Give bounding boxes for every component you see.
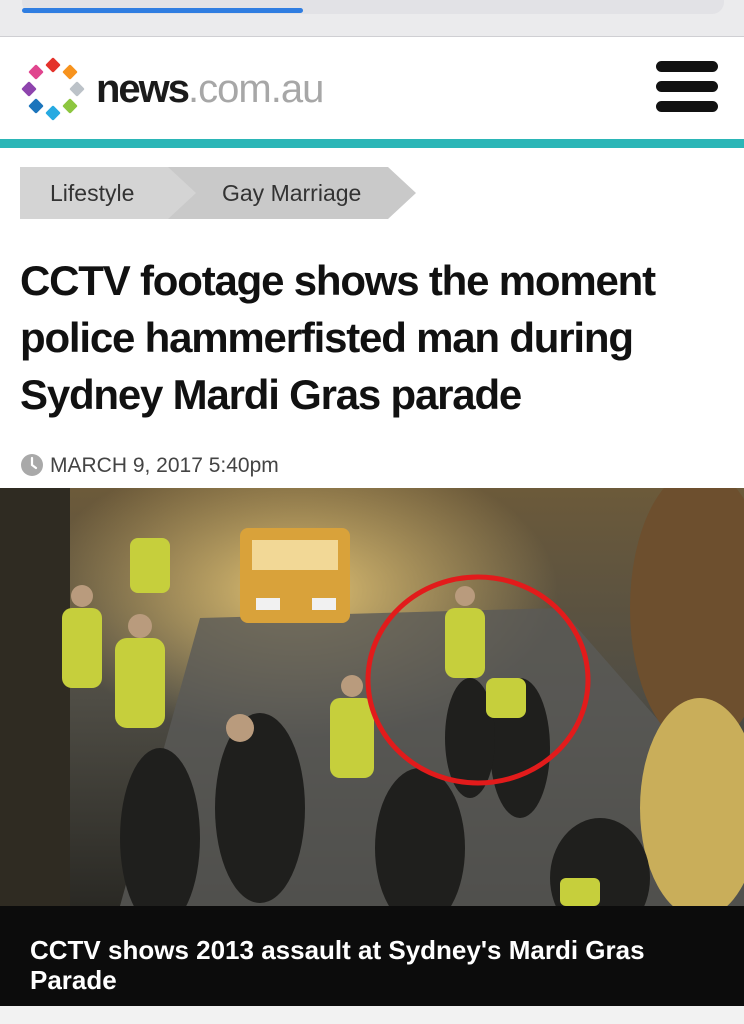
brand-main: news	[96, 67, 190, 111]
logo-dot	[45, 105, 61, 121]
browser-bar	[0, 0, 744, 37]
header-accent-rule	[0, 139, 744, 148]
hamburger-icon[interactable]	[656, 61, 718, 113]
breadcrumb-item-gay-marriage[interactable]: Gay Marriage	[168, 167, 428, 219]
breadcrumb-label: Gay Marriage	[222, 180, 362, 206]
site-logo-text[interactable]: news.com.au	[96, 67, 324, 112]
site-header: news.com.au	[0, 37, 744, 139]
video-caption-bar: CCTV shows 2013 assault at Sydney's Mard…	[0, 906, 744, 1006]
logo-dot	[62, 98, 78, 114]
page-load-progress	[22, 8, 303, 13]
logo-dot	[45, 57, 61, 73]
publish-date: MARCH 9, 2017 5:40pm	[50, 454, 279, 477]
logo-dot	[28, 64, 44, 80]
clock-icon	[21, 454, 43, 476]
video-caption: CCTV shows 2013 assault at Sydney's Mard…	[30, 935, 645, 995]
bottom-strip	[0, 1006, 744, 1024]
brand-suffix: .com.au	[188, 67, 324, 111]
article-headline: CCTV footage shows the moment police ham…	[20, 257, 656, 418]
breadcrumb-label: Lifestyle	[50, 180, 135, 206]
video-player[interactable]	[0, 488, 744, 906]
logo-dot	[69, 81, 85, 97]
logo-dot	[21, 81, 37, 97]
news-logo-icon[interactable]	[18, 54, 88, 124]
logo-dot	[62, 64, 78, 80]
logo-dot	[28, 98, 44, 114]
cctv-still-image	[0, 488, 744, 906]
